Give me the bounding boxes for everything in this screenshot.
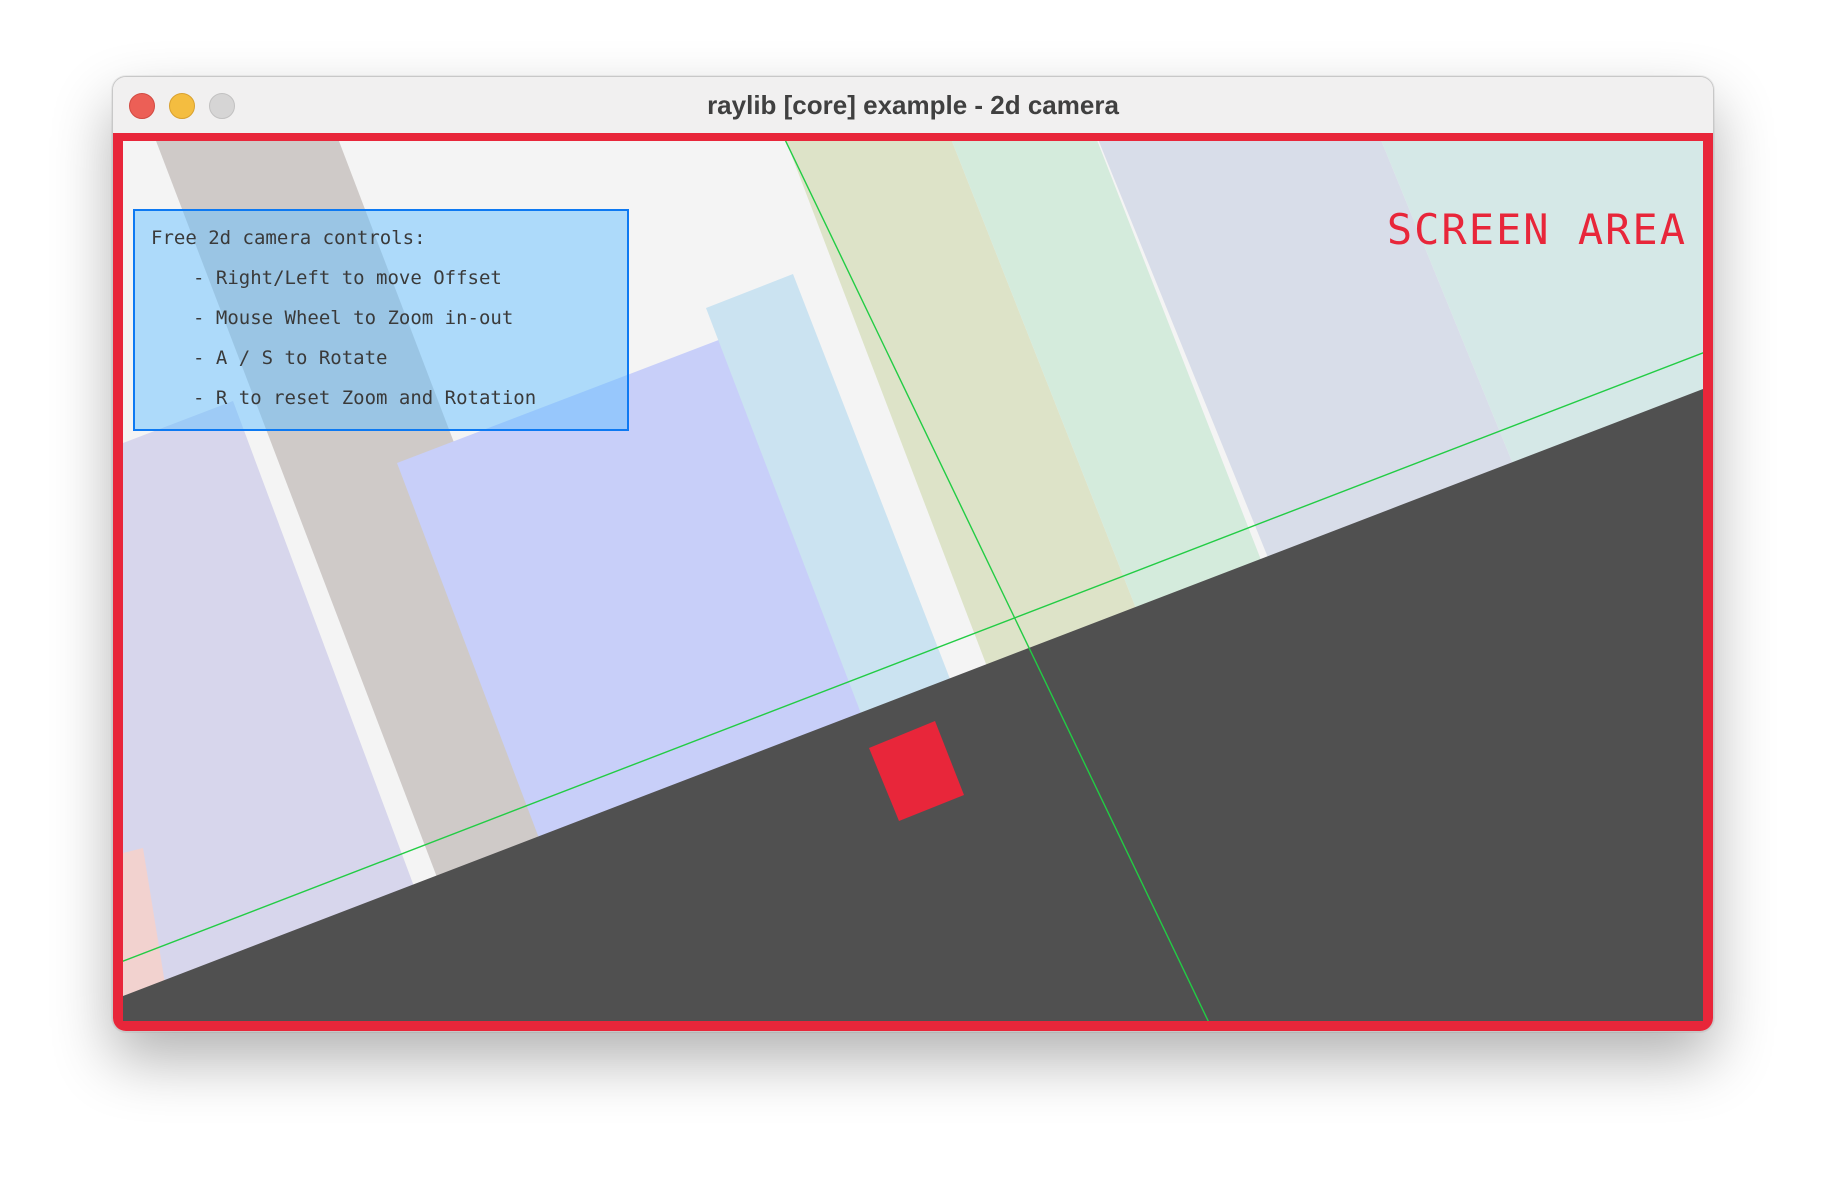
help-line: - R to reset Zoom and Rotation [193,387,537,409]
window-title: raylib [core] example - 2d camera [707,90,1119,120]
title-bar[interactable]: raylib [core] example - 2d camera [113,77,1713,134]
help-line: - Right/Left to move Offset [193,267,502,289]
help-line: - Mouse Wheel to Zoom in-out [193,307,514,329]
screen-area-label: SCREEN AREA [1386,205,1687,254]
app-window: raylib [core] example - 2d camera Free 2… [112,76,1714,1032]
help-heading: Free 2d camera controls: [151,227,426,249]
help-line: - A / S to Rotate [193,347,388,369]
controls-help-panel: Free 2d camera controls: - Right/Left to… [133,209,629,431]
render-canvas[interactable]: Free 2d camera controls: - Right/Left to… [113,133,1713,1031]
